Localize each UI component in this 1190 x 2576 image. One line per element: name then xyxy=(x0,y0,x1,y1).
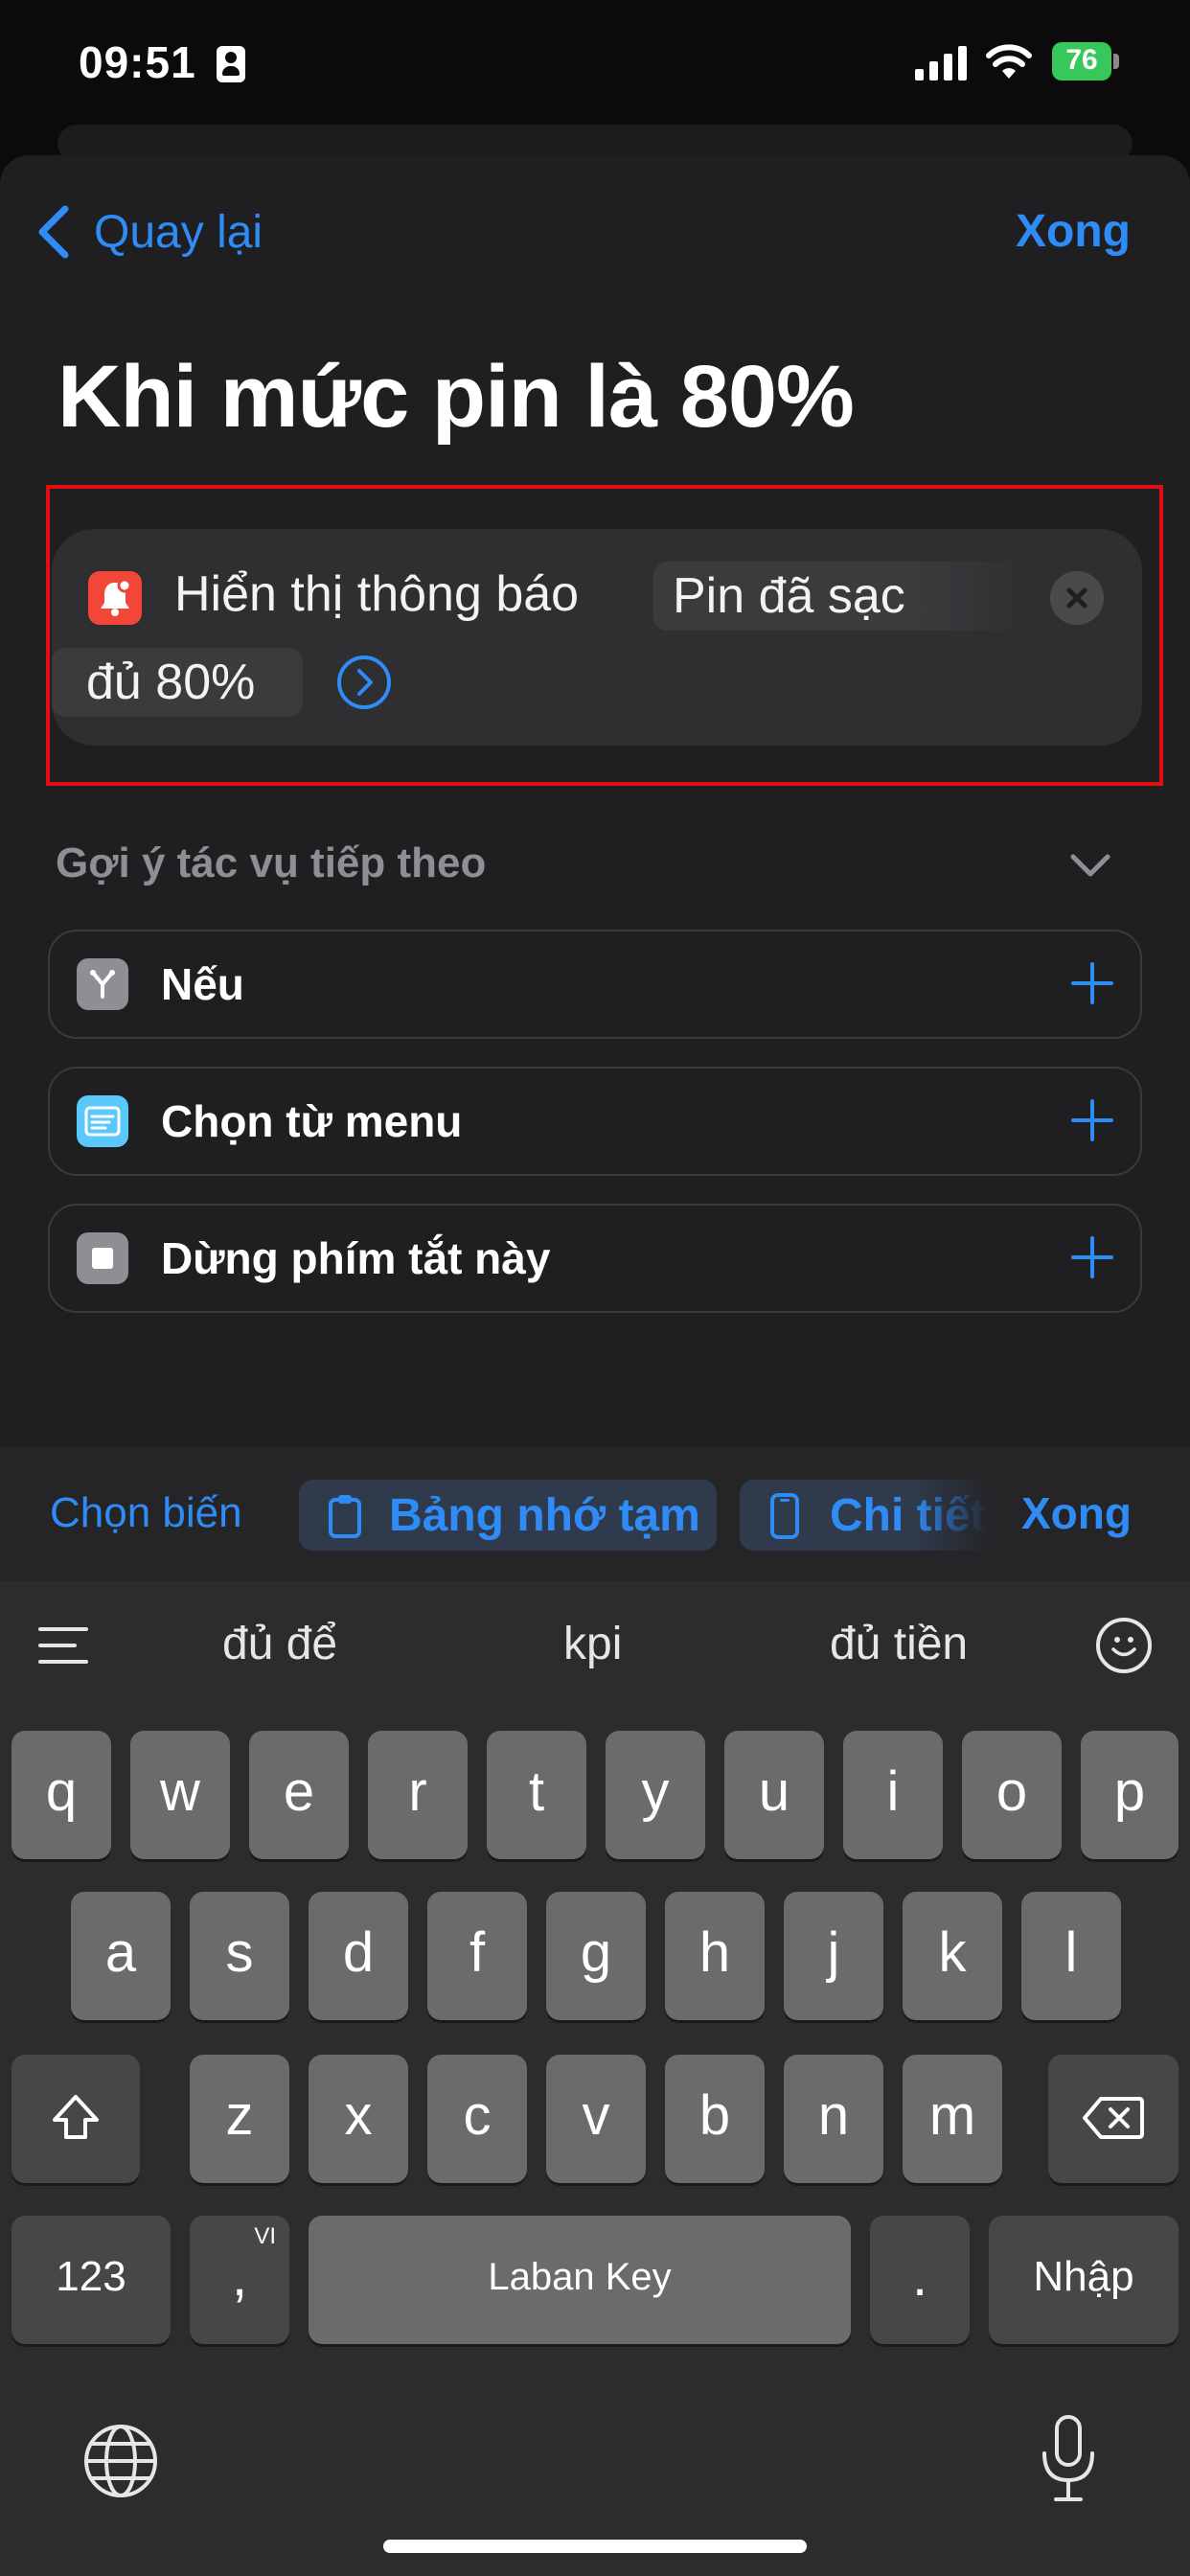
message-text-line2: đủ 80% xyxy=(86,655,256,710)
suggestions-header: Gợi ý tác vụ tiếp theo xyxy=(56,840,487,886)
key-e[interactable]: e xyxy=(249,1731,349,1859)
key-d[interactable]: d xyxy=(309,1892,408,2020)
stop-icon xyxy=(77,1232,128,1284)
device-details-variable-chip[interactable]: Chi tiết xyxy=(740,1480,989,1551)
language-label: VI xyxy=(254,2223,276,2249)
key-b[interactable]: b xyxy=(665,2055,765,2183)
highlight-box xyxy=(46,485,1163,786)
clipboard-icon xyxy=(329,1495,361,1538)
key-z[interactable]: z xyxy=(190,2055,289,2183)
key-q[interactable]: q xyxy=(11,1731,111,1859)
prediction-2[interactable]: kpi xyxy=(563,1618,622,1670)
key-a[interactable]: a xyxy=(71,1892,171,2020)
device-details-label: Chi tiết xyxy=(830,1490,986,1541)
expand-details-button[interactable] xyxy=(337,656,391,709)
chevron-right-icon xyxy=(357,669,373,696)
key-f[interactable]: f xyxy=(427,1892,527,2020)
back-label: Quay lại xyxy=(94,206,263,258)
suggestion-choose-from-menu[interactable]: Chọn từ menu xyxy=(48,1067,1142,1176)
key-o[interactable]: o xyxy=(962,1731,1062,1859)
key-p[interactable]: p xyxy=(1081,1731,1179,1859)
message-token[interactable]: Pin đã sạc xyxy=(653,562,1029,631)
message-text-line1: Pin đã sạc xyxy=(673,568,905,624)
key-w[interactable]: w xyxy=(130,1731,230,1859)
plus-icon[interactable] xyxy=(1071,1099,1113,1141)
page-title: Khi mức pin là 80% xyxy=(57,348,855,446)
shift-icon xyxy=(53,2095,99,2139)
key-u[interactable]: u xyxy=(724,1731,824,1859)
battery-icon: 76 xyxy=(1052,42,1111,80)
key-k[interactable]: k xyxy=(903,1892,1002,2020)
space-key[interactable]: Laban Key xyxy=(309,2216,851,2344)
status-time: 09:51 xyxy=(79,37,196,87)
plus-icon[interactable] xyxy=(1071,962,1113,1004)
branch-icon xyxy=(77,958,128,1010)
key-m[interactable]: m xyxy=(903,2055,1002,2183)
choose-variable-button[interactable]: Chọn biến xyxy=(50,1489,242,1537)
clipboard-label: Bảng nhớ tạm xyxy=(389,1490,700,1541)
backspace-icon xyxy=(1083,2097,1144,2139)
back-button[interactable]: Quay lại xyxy=(34,203,263,261)
return-key[interactable]: Nhập xyxy=(989,2216,1179,2344)
message-token-continued[interactable]: đủ 80% xyxy=(52,648,303,717)
numbers-key[interactable]: 123 xyxy=(11,2216,171,2344)
period-key[interactable]: . xyxy=(870,2216,970,2344)
key-j[interactable]: j xyxy=(784,1892,883,2020)
key-g[interactable]: g xyxy=(546,1892,646,2020)
battery-level: 76 xyxy=(1065,44,1098,76)
prediction-1[interactable]: đủ để xyxy=(222,1618,337,1670)
phone-icon xyxy=(770,1493,799,1539)
action-label: Hiển thị thông báo xyxy=(174,566,580,622)
battery-cap xyxy=(1113,54,1119,69)
key-r[interactable]: r xyxy=(368,1731,468,1859)
suggestion-label: Dừng phím tắt này xyxy=(161,1233,551,1283)
comma-label: , xyxy=(231,2245,248,2308)
delete-key[interactable] xyxy=(1048,2055,1179,2183)
notification-bell-icon xyxy=(88,571,142,625)
keyboard-done-button[interactable]: Xong xyxy=(1021,1487,1132,1539)
clipboard-variable-chip[interactable]: Bảng nhớ tạm xyxy=(299,1480,717,1551)
plus-icon[interactable] xyxy=(1071,1236,1113,1278)
hamburger-menu-icon[interactable] xyxy=(38,1627,88,1666)
suggestion-if[interactable]: Nếu xyxy=(48,930,1142,1039)
key-t[interactable]: t xyxy=(487,1731,586,1859)
key-n[interactable]: n xyxy=(784,2055,883,2183)
cellular-signal-icon xyxy=(915,44,969,80)
suggestion-label: Chọn từ menu xyxy=(161,1096,463,1146)
menu-icon xyxy=(77,1095,128,1147)
shift-key[interactable] xyxy=(11,2055,140,2183)
done-button[interactable]: Xong xyxy=(1016,205,1131,258)
suggestion-stop-shortcut[interactable]: Dừng phím tắt này xyxy=(48,1204,1142,1313)
close-icon xyxy=(1066,587,1087,609)
home-indicator[interactable] xyxy=(383,2540,807,2553)
globe-icon[interactable] xyxy=(80,2421,161,2501)
key-c[interactable]: c xyxy=(427,2055,527,2183)
key-v[interactable]: v xyxy=(546,2055,646,2183)
key-l[interactable]: l xyxy=(1021,1892,1121,2020)
key-s[interactable]: s xyxy=(190,1892,289,2020)
wifi-icon xyxy=(986,44,1032,79)
key-x[interactable]: x xyxy=(309,2055,408,2183)
key-i[interactable]: i xyxy=(843,1731,943,1859)
key-h[interactable]: h xyxy=(665,1892,765,2020)
person-icon xyxy=(217,46,245,82)
key-y[interactable]: y xyxy=(606,1731,705,1859)
microphone-icon[interactable] xyxy=(1035,2413,1102,2505)
comma-key[interactable]: VI , xyxy=(190,2216,289,2344)
suggestion-label: Nếu xyxy=(161,959,244,1009)
chevron-down-icon[interactable] xyxy=(1069,851,1111,880)
chevron-left-icon xyxy=(38,205,69,259)
prediction-3[interactable]: đủ tiền xyxy=(830,1618,968,1670)
emoji-icon[interactable] xyxy=(1096,1618,1152,1673)
clear-button[interactable] xyxy=(1050,571,1104,625)
